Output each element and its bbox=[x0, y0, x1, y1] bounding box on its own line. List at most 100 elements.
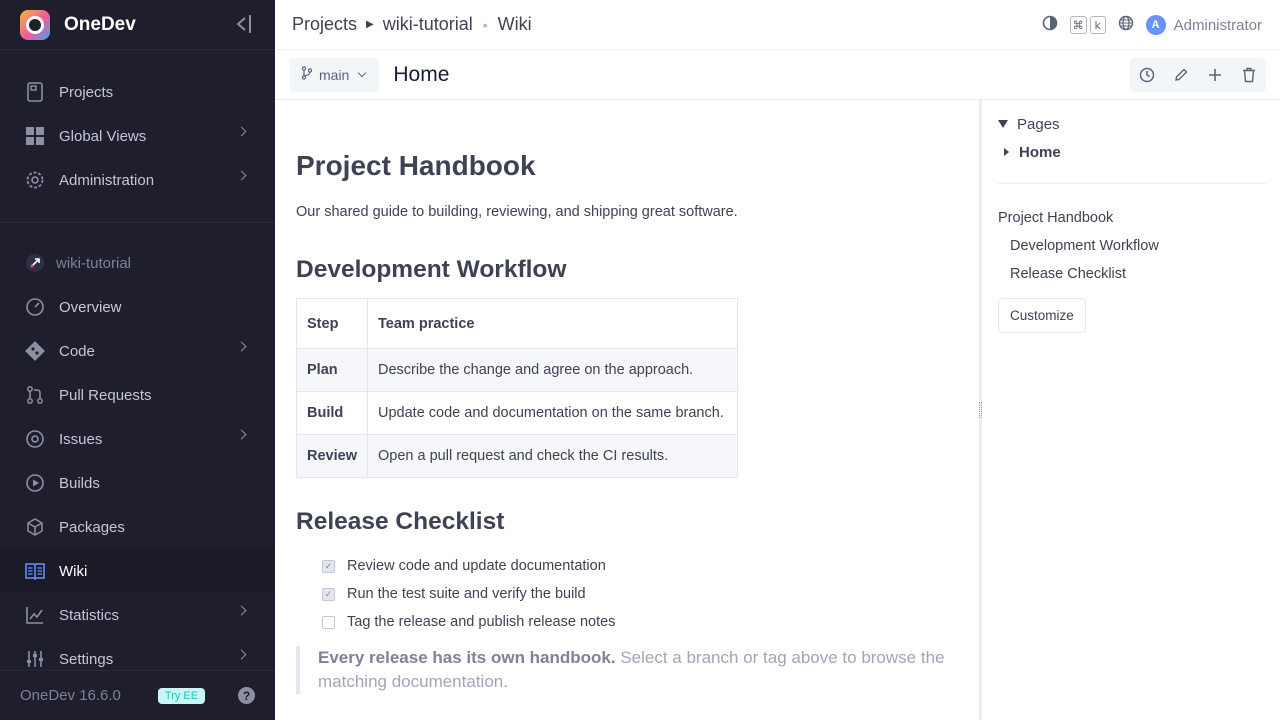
checkbox-checked: ✓ bbox=[322, 559, 335, 573]
sidebar-item-packages[interactable]: Packages bbox=[0, 505, 275, 549]
wiki-side-panel: Pages Home Project Handbook Development … bbox=[979, 100, 1280, 720]
sidebar-item-statistics[interactable]: Statistics bbox=[0, 593, 275, 637]
checklist-text: Run the test suite and verify the build bbox=[347, 586, 586, 602]
workflow-table: Step Team practice Plan Describe the cha… bbox=[296, 298, 738, 478]
add-icon[interactable] bbox=[1198, 58, 1232, 92]
table-row: Build Update code and documentation on t… bbox=[296, 391, 738, 435]
brand: OneDev bbox=[0, 0, 275, 50]
sidebar-item-administration[interactable]: Administration bbox=[0, 158, 275, 202]
toc-item[interactable]: Development Workflow bbox=[998, 232, 1280, 260]
pages-label: Pages bbox=[1017, 115, 1060, 133]
user-name[interactable]: Administrator bbox=[1174, 17, 1262, 34]
book-icon bbox=[24, 560, 46, 582]
toc-item[interactable]: Release Checklist bbox=[998, 260, 1280, 288]
current-project[interactable]: wiki-tutorial bbox=[0, 241, 275, 285]
projects-icon bbox=[24, 81, 46, 103]
checkbox-checked: ✓ bbox=[322, 587, 335, 601]
pages-tree-toggle[interactable]: Pages bbox=[998, 115, 1280, 133]
history-icon[interactable] bbox=[1130, 58, 1164, 92]
table-of-contents: Project Handbook Development Workflow Re… bbox=[998, 204, 1280, 288]
version-label: OneDev 16.6.0 bbox=[20, 687, 121, 704]
branch-icon bbox=[301, 66, 313, 83]
chevron-right-icon bbox=[236, 429, 247, 440]
table-row: Plan Describe the change and agree on th… bbox=[296, 348, 738, 392]
sidebar-item-label: Code bbox=[59, 342, 95, 360]
sidebar-item-code[interactable]: Code bbox=[0, 329, 275, 373]
toc-item[interactable]: Project Handbook bbox=[998, 204, 1280, 232]
sidebar-item-projects[interactable]: Projects bbox=[0, 70, 275, 114]
breadcrumb-wiki[interactable]: Wiki bbox=[498, 14, 532, 35]
play-icon bbox=[24, 472, 46, 494]
table-row: Review Open a pull request and check the… bbox=[296, 434, 738, 478]
edit-icon[interactable] bbox=[1164, 58, 1198, 92]
sidebar-item-label: Issues bbox=[59, 430, 103, 448]
resize-handle[interactable] bbox=[979, 402, 982, 418]
chart-icon bbox=[24, 604, 46, 626]
k-key: k bbox=[1089, 16, 1106, 34]
breadcrumb-project[interactable]: wiki-tutorial bbox=[383, 14, 473, 35]
sidebar-divider bbox=[0, 222, 275, 223]
caret-right-icon: ▶ bbox=[366, 19, 374, 30]
table-cell-practice: Update code and documentation on the sam… bbox=[367, 391, 738, 435]
table-cell-practice: Describe the change and agree on the app… bbox=[367, 348, 738, 392]
sidebar-item-wiki[interactable]: Wiki bbox=[0, 549, 275, 593]
sidebar-item-issues[interactable]: Issues bbox=[0, 417, 275, 461]
chevron-right-icon bbox=[236, 126, 247, 137]
wiki-toolbar: main Home bbox=[275, 50, 1280, 100]
panel-divider bbox=[998, 183, 1266, 184]
avatar[interactable]: A bbox=[1145, 15, 1166, 35]
release-checklist: ✓ Review code and update documentation ✓… bbox=[296, 552, 979, 636]
project-nav: Overview Code Pull Requests Issues Build… bbox=[0, 285, 275, 681]
quote-bold: Every release has its own handbook. bbox=[318, 648, 616, 667]
branch-selector[interactable]: main bbox=[289, 57, 380, 92]
globe-icon[interactable] bbox=[1118, 15, 1134, 36]
chevron-right-icon bbox=[236, 649, 247, 660]
sidebar-item-label: Wiki bbox=[59, 562, 88, 580]
sidebar-item-builds[interactable]: Builds bbox=[0, 461, 275, 505]
sliders-icon bbox=[24, 648, 46, 670]
issues-icon bbox=[24, 428, 46, 450]
sidebar-item-pull-requests[interactable]: Pull Requests bbox=[0, 373, 275, 417]
collapse-sidebar-icon[interactable] bbox=[234, 14, 252, 39]
sidebar-item-global-views[interactable]: Global Views bbox=[0, 114, 275, 158]
sidebar-item-overview[interactable]: Overview bbox=[0, 285, 275, 329]
breadcrumb-projects[interactable]: Projects bbox=[292, 14, 357, 35]
command-palette-shortcut[interactable]: ⌘ k bbox=[1069, 16, 1106, 34]
customize-button[interactable]: Customize bbox=[998, 298, 1086, 333]
table-cell-step: Plan bbox=[296, 348, 368, 392]
sidebar-item-label: Administration bbox=[59, 171, 155, 189]
breadcrumb-separator: • bbox=[482, 16, 488, 33]
release-note-quote: Every release has its own handbook. Sele… bbox=[296, 646, 946, 694]
rocket-icon bbox=[24, 252, 46, 274]
onedev-logo-icon[interactable] bbox=[20, 9, 50, 40]
top-right-controls: ⌘ k A Administrator bbox=[1042, 0, 1262, 50]
table-cell-step: Review bbox=[296, 434, 368, 478]
try-ee-badge[interactable]: Try EE bbox=[157, 687, 206, 704]
tree-node-label: Home bbox=[1019, 143, 1061, 161]
sidebar-item-label: Packages bbox=[59, 518, 125, 536]
checklist-text: Review code and update documentation bbox=[347, 558, 606, 574]
list-item: ✓ Review code and update documentation bbox=[322, 552, 979, 580]
table-cell-practice: Open a pull request and check the CI res… bbox=[367, 434, 738, 478]
table-header: Step bbox=[296, 298, 368, 349]
top-bar: Projects ▶ wiki-tutorial • Wiki ⌘ k A Ad… bbox=[275, 0, 1280, 50]
wiki-content: Project Handbook Our shared guide to bui… bbox=[275, 100, 979, 720]
sidebar-footer: OneDev 16.6.0 Try EE ? bbox=[0, 670, 275, 720]
sidebar-item-label: Pull Requests bbox=[59, 386, 152, 404]
sidebar-item-label: Settings bbox=[59, 650, 114, 668]
help-icon[interactable]: ? bbox=[238, 687, 255, 704]
caret-down-icon bbox=[998, 120, 1008, 128]
chevron-right-icon bbox=[236, 605, 247, 616]
caret-right-icon bbox=[1004, 148, 1009, 156]
delete-icon[interactable] bbox=[1232, 58, 1266, 92]
table-cell-step: Build bbox=[296, 391, 368, 435]
doc-intro: Our shared guide to building, reviewing,… bbox=[296, 204, 738, 220]
tree-node-home[interactable]: Home bbox=[1004, 143, 1280, 161]
section-heading-checklist: Release Checklist bbox=[296, 508, 505, 535]
chevron-right-icon bbox=[236, 341, 247, 352]
app-name[interactable]: OneDev bbox=[64, 14, 136, 36]
doc-title: Project Handbook bbox=[296, 150, 536, 181]
sidebar-item-label: Statistics bbox=[59, 606, 120, 624]
theme-toggle-icon[interactable] bbox=[1042, 15, 1058, 36]
sidebar-item-label: Overview bbox=[59, 298, 122, 316]
